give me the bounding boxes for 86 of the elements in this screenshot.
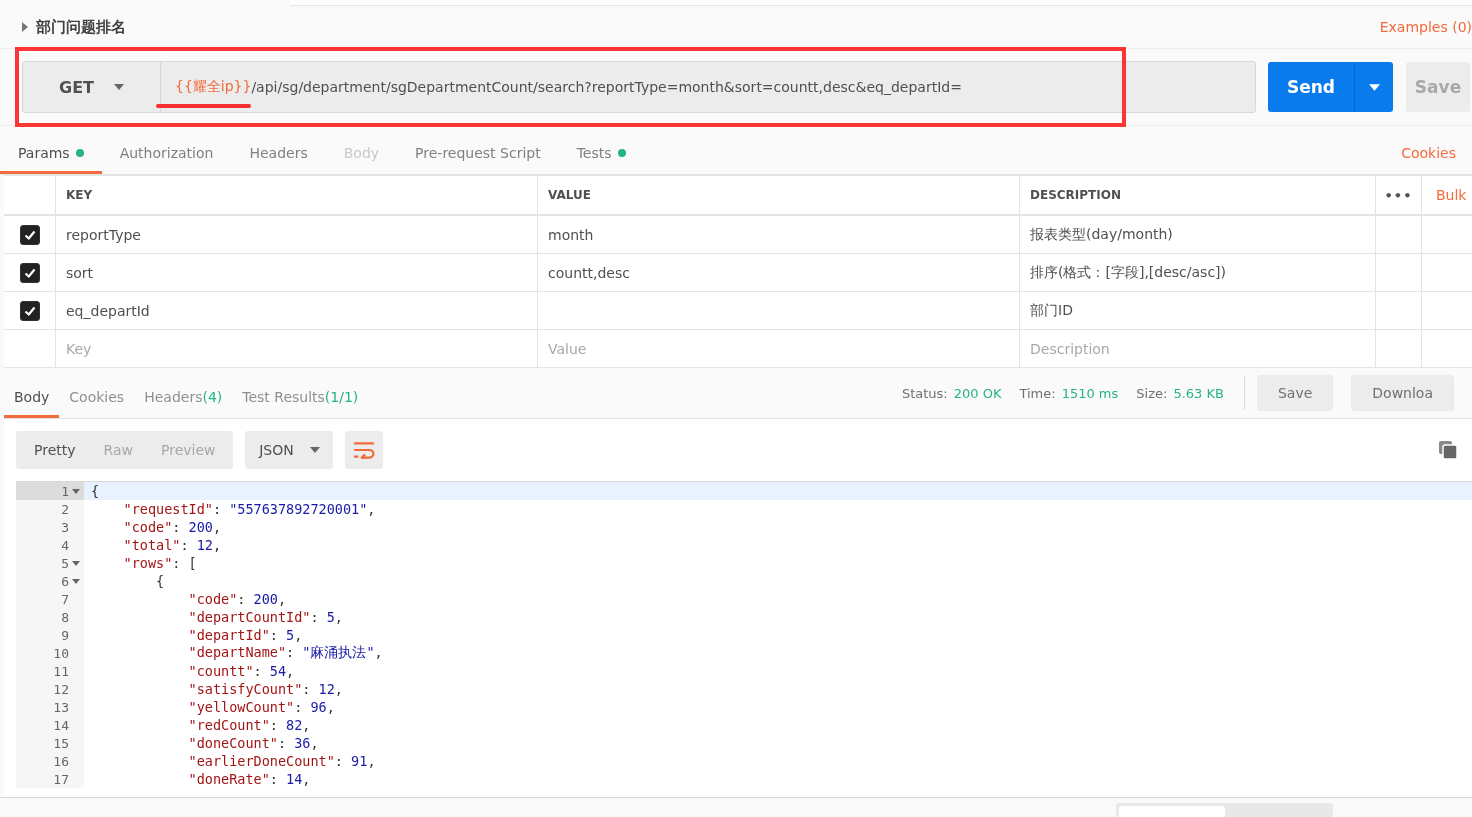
table-cell: 报表类型(day/month) <box>1030 225 1173 244</box>
line-number: 15 <box>53 735 69 751</box>
key-field[interactable]: Key <box>66 340 266 357</box>
line-number: 3 <box>61 519 69 535</box>
line-number: 1 <box>61 483 69 499</box>
expand-caret-icon[interactable] <box>22 22 28 32</box>
request-tab[interactable]: Authorization <box>101 145 232 174</box>
view-mode-tab[interactable]: Pretty <box>20 431 90 469</box>
wrap-lines-button[interactable] <box>345 431 384 469</box>
line-number: 13 <box>53 699 69 715</box>
cookies-link[interactable]: Cookies <box>1401 145 1472 174</box>
fold-caret-icon[interactable] <box>71 578 80 584</box>
column-header: DESCRIPTION <box>1030 188 1121 202</box>
format-dropdown[interactable]: JSON <box>245 431 334 469</box>
code-line: "total": 12, <box>122 537 222 553</box>
response-tab[interactable]: Cookies <box>59 376 135 418</box>
response-tab[interactable]: Headers(4) <box>134 376 233 418</box>
checkbox[interactable] <box>19 300 40 321</box>
bulk-edit-link[interactable]: Bulk <box>1436 187 1467 203</box>
line-number: 17 <box>53 771 69 787</box>
code-line: { <box>91 483 100 499</box>
code-line: "requestId": "557637892720001", <box>122 501 376 517</box>
code-line: "yellowCount": 96, <box>187 699 335 715</box>
table-cell: reportType <box>66 226 141 243</box>
status-value: 5.63 KB <box>1173 385 1224 401</box>
value-field[interactable]: Value <box>548 340 748 357</box>
line-number: 8 <box>61 609 69 625</box>
table-cell: countt,desc <box>548 264 630 281</box>
code-line: { <box>155 573 165 589</box>
caret-icon <box>309 447 320 453</box>
checkbox[interactable] <box>19 224 40 245</box>
code-line: "countt": 54, <box>187 663 295 679</box>
view-mode-tab[interactable]: Raw <box>89 431 147 469</box>
code-line: "earlierDoneCount": 91, <box>187 753 376 769</box>
code-line: "departId": 5, <box>187 627 303 643</box>
save-button[interactable]: Save <box>1406 62 1470 112</box>
table-cell: month <box>548 226 594 243</box>
code-line: "departCountId": 5, <box>187 609 343 625</box>
checkbox[interactable] <box>19 262 40 283</box>
status-value: 1510 ms <box>1061 385 1119 401</box>
line-number: 7 <box>61 591 69 607</box>
code-line: "doneCount": 36, <box>187 735 319 751</box>
table-cell: eq_departId <box>66 302 150 319</box>
column-header: KEY <box>66 188 93 202</box>
line-number: 4 <box>61 537 69 553</box>
code-line: "rows": [ <box>122 555 197 571</box>
code-line: "doneRate": 14, <box>187 771 311 787</box>
request-tab[interactable]: Tests <box>558 145 644 174</box>
table-cell: sort <box>66 264 94 281</box>
status-label: Time: <box>1019 385 1056 401</box>
fold-caret-icon[interactable] <box>71 488 80 494</box>
line-number: 5 <box>61 555 69 571</box>
examples-link[interactable]: Examples (0) <box>1379 19 1472 35</box>
caret-icon <box>1368 83 1380 91</box>
code-line: "code": 200, <box>187 591 287 607</box>
column-header: VALUE <box>548 188 591 202</box>
code-line: "code": 200, <box>122 519 222 535</box>
status-label: Status: <box>901 385 948 401</box>
request-name: 部门问题排名 <box>36 17 126 37</box>
line-number: 12 <box>53 681 69 697</box>
send-button[interactable]: Send <box>1268 62 1393 112</box>
response-tab[interactable]: Test Results(1/1) <box>232 376 369 418</box>
line-number: 16 <box>53 753 69 769</box>
line-number: 14 <box>53 717 69 733</box>
wrap-lines-icon <box>353 441 376 459</box>
line-number: 10 <box>53 645 69 661</box>
view-mode-tab[interactable]: Preview <box>147 431 230 469</box>
line-number: 6 <box>61 573 69 589</box>
request-tab[interactable]: Pre-request Script <box>397 145 559 174</box>
table-cell: 部门ID <box>1030 301 1073 320</box>
line-number: 11 <box>53 663 69 679</box>
code-line: "redCount": 82, <box>187 717 311 733</box>
fold-caret-icon[interactable] <box>71 560 80 566</box>
more-menu[interactable]: ••• <box>1384 187 1413 203</box>
description-field[interactable]: Description <box>1030 340 1230 357</box>
response-button[interactable]: Downloa <box>1351 375 1454 411</box>
request-tab[interactable]: Headers <box>231 145 326 174</box>
status-value: 200 OK <box>953 385 1002 401</box>
line-number: 9 <box>61 627 69 643</box>
table-cell: 排序(格式：[字段],[desc/asc]) <box>1030 263 1226 282</box>
status-label: Size: <box>1136 385 1168 401</box>
code-line: "satisfyCount": 12, <box>187 681 343 697</box>
copy-icon[interactable] <box>1438 440 1458 460</box>
line-number: 2 <box>61 501 69 517</box>
response-button[interactable]: Save <box>1256 375 1334 411</box>
code-line: "departName": "麻涌执法", <box>187 644 383 662</box>
